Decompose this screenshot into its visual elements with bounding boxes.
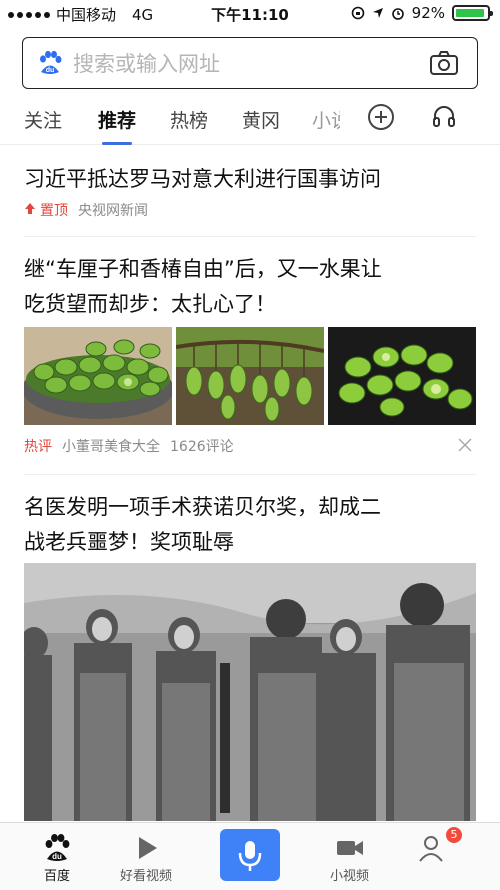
notification-badge: 5: [446, 827, 462, 843]
rotation-lock-icon: [351, 6, 364, 20]
news-title-3-line2: 战老兵噩梦！奖项耻辱: [24, 530, 234, 554]
news-title-3[interactable]: 名医发明一项手术获诺贝尔奖，却成二 战老兵噩梦！奖项耻辱: [24, 490, 476, 560]
battery-icon: [452, 5, 493, 21]
news-source: 小董哥美食大全: [62, 439, 160, 455]
news-title-2[interactable]: 继“车厘子和香椿自由”后，又一水果让 吃货望而却步：太扎心了！: [24, 252, 476, 322]
profile-icon: [419, 836, 443, 862]
divider: [24, 474, 476, 475]
tab-hot-list[interactable]: 热榜: [170, 106, 208, 133]
pinned-tag: 置顶: [40, 203, 68, 219]
comment-count: 1626评论: [170, 439, 234, 455]
location-icon: [372, 8, 383, 18]
tab-recommend[interactable]: 推荐: [98, 106, 136, 145]
tab-novel[interactable]: 小说: [312, 106, 340, 133]
headphones-icon[interactable]: [432, 104, 456, 128]
battery-percent: 92%: [411, 4, 445, 22]
divider: [24, 236, 476, 237]
nav-home[interactable]: du 百度: [42, 833, 72, 884]
alarm-icon: [391, 8, 404, 20]
microphone-icon: [238, 841, 262, 871]
pin-icon: [24, 202, 36, 219]
nav-home-label: 百度: [43, 869, 70, 884]
soldiers-photo[interactable]: [24, 563, 476, 821]
news-meta-1: 置顶 央视网新闻: [24, 200, 148, 220]
nav-short-video[interactable]: 小视频: [330, 833, 369, 884]
nav-profile[interactable]: [416, 833, 446, 865]
kiwi-pile-image[interactable]: [328, 327, 476, 425]
channel-tabs: 关注 推荐 热榜 黄冈 小说: [0, 100, 500, 145]
video-camera-icon: [336, 841, 363, 855]
bottom-nav: du 百度 好看视频 小视频 5: [0, 822, 500, 890]
news-title-1[interactable]: 习近平抵达罗马对意大利进行国事访问: [24, 162, 476, 197]
search-box[interactable]: du 搜索或输入网址: [22, 37, 478, 89]
news-title-2-line2: 吃货望而却步：太扎心了！: [24, 292, 276, 316]
baidu-paw-icon: du: [45, 834, 70, 861]
svg-text:du: du: [46, 67, 55, 74]
news-meta-2: 热评 小董哥美食大全 1626评论: [24, 436, 234, 456]
close-icon[interactable]: [458, 438, 472, 452]
tab-follow[interactable]: 关注: [24, 106, 62, 133]
add-channel-icon[interactable]: [368, 104, 394, 130]
kiwi-bowl-image[interactable]: [24, 327, 172, 425]
news-source: 央视网新闻: [78, 203, 148, 219]
svg-text:du: du: [52, 852, 62, 861]
news-title-2-line1: 继“车厘子和香椿自由”后，又一水果让: [24, 257, 382, 281]
search-placeholder[interactable]: 搜索或输入网址: [73, 48, 429, 78]
tab-huanggang[interactable]: 黄冈: [242, 106, 280, 133]
hot-comment-tag: 热评: [24, 439, 52, 455]
news-title-3-line1: 名医发明一项手术获诺贝尔奖，却成二: [24, 495, 381, 519]
nav-video[interactable]: 好看视频: [120, 833, 172, 884]
battery-fill: [456, 9, 484, 17]
status-bar: 中国移动 4G 下午11:10 92%: [0, 0, 500, 28]
play-icon: [139, 837, 157, 859]
baidu-paw-icon: du: [40, 50, 62, 74]
nav-short-video-label: 小视频: [330, 869, 370, 884]
voice-search-button[interactable]: [220, 829, 280, 881]
camera-icon[interactable]: [429, 50, 459, 76]
kiwi-vine-image[interactable]: [176, 327, 324, 425]
nav-video-label: 好看视频: [120, 869, 173, 884]
